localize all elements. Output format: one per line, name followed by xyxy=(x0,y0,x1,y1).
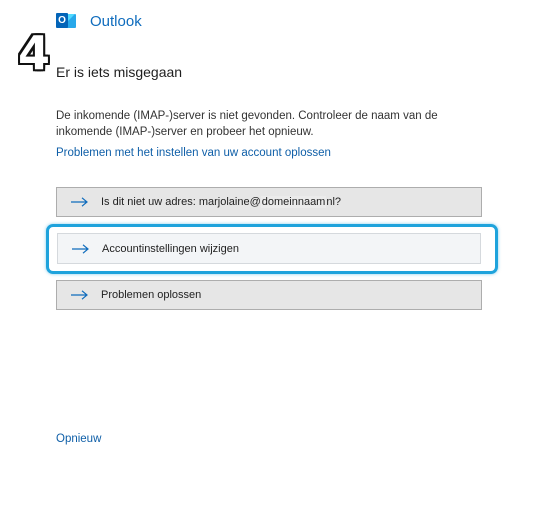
not-your-address-label: Is dit niet uw adres: marjolaine@domeinn… xyxy=(101,196,342,208)
error-message: De inkomende (IMAP-)server is niet gevon… xyxy=(56,110,438,138)
app-title: Outlook xyxy=(90,12,142,30)
arrow-right-icon xyxy=(71,290,91,300)
app-header: O Outlook xyxy=(56,10,142,32)
step-number-badge: 4 xyxy=(18,26,51,80)
outlook-logo-icon: O xyxy=(56,11,76,31)
highlight-frame xyxy=(46,224,498,274)
arrow-right-icon xyxy=(71,197,91,207)
troubleshoot-button[interactable]: Problemen oplossen xyxy=(56,280,482,310)
troubleshoot-setup-link[interactable]: Problemen met het instellen van uw accou… xyxy=(56,147,331,159)
troubleshoot-label: Problemen oplossen xyxy=(101,289,202,301)
error-heading: Er is iets misgegaan xyxy=(56,64,183,80)
retry-link[interactable]: Opnieuw xyxy=(56,433,101,445)
not-your-address-button[interactable]: Is dit niet uw adres: marjolaine@domeinn… xyxy=(56,187,482,217)
masked-domain: domeinnaam xyxy=(260,196,327,208)
